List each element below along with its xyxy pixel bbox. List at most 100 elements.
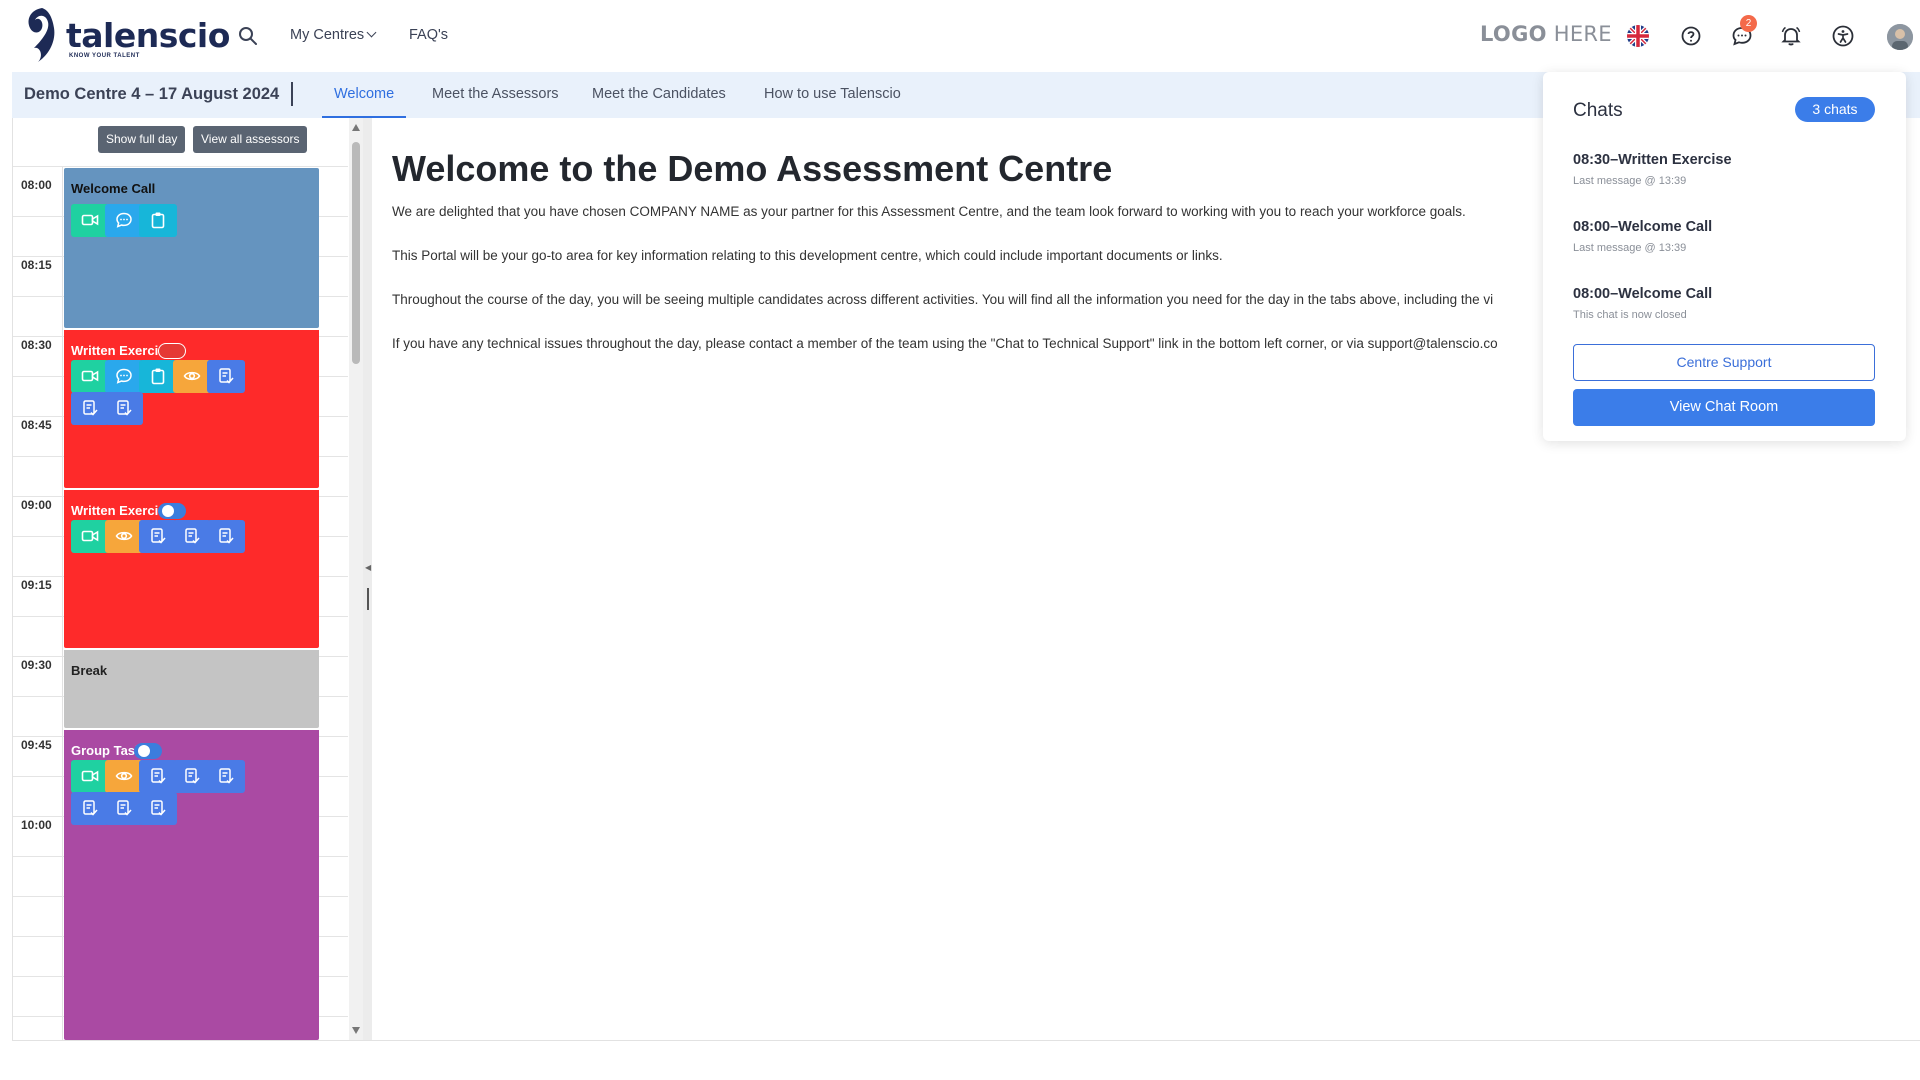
observe-eye-button[interactable] xyxy=(173,360,211,393)
bell-icon[interactable] xyxy=(1779,24,1803,48)
video-call-button[interactable] xyxy=(71,520,109,553)
document-button[interactable] xyxy=(71,792,109,825)
document-button[interactable] xyxy=(207,760,245,793)
toggle-knob xyxy=(161,346,173,358)
scroll-up-arrow-icon[interactable] xyxy=(352,124,360,131)
welcome-paragraph: We are delighted that you have chosen CO… xyxy=(392,204,1466,219)
view-all-assessors-button[interactable]: View all assessors xyxy=(193,126,308,153)
accessibility-icon[interactable] xyxy=(1831,24,1855,48)
chats-popup: Chats 3 chats 08:30–Written Exercise Las… xyxy=(1543,72,1906,441)
time-label: 08:45 xyxy=(21,418,52,432)
observe-eye-button[interactable] xyxy=(105,760,143,793)
drag-handle[interactable] xyxy=(367,588,369,610)
event-title: Break xyxy=(71,663,108,678)
event-toggle[interactable] xyxy=(158,503,186,519)
uk-flag-icon[interactable] xyxy=(1627,25,1649,47)
time-label: 09:15 xyxy=(21,578,52,592)
chat-status: Last message @ 13:39 xyxy=(1573,242,1687,254)
schedule-scrollbar[interactable] xyxy=(349,118,363,1040)
top-header: talenscio KNOW YOUR TALENT My Centres FA… xyxy=(0,0,1920,72)
logo-wordmark: talenscio xyxy=(66,16,230,55)
client-logo-light: HERE xyxy=(1546,22,1612,46)
clipboard-button[interactable] xyxy=(139,204,177,237)
help-icon[interactable] xyxy=(1679,24,1703,48)
avatar[interactable] xyxy=(1887,24,1913,50)
view-chat-room-button[interactable]: View Chat Room xyxy=(1573,389,1875,426)
divider xyxy=(291,82,293,106)
video-call-button[interactable] xyxy=(71,760,109,793)
event-toggle[interactable] xyxy=(158,343,186,359)
chevron-down-icon xyxy=(366,27,377,38)
page-title: Welcome to the Demo Assessment Centre xyxy=(392,148,1113,189)
centre-title: Demo Centre 4 – 17 August 2024 xyxy=(24,85,280,103)
video-call-button[interactable] xyxy=(71,204,109,237)
event-written-exercise-2[interactable]: Written Exercise xyxy=(64,488,319,648)
scroll-down-arrow-icon[interactable] xyxy=(352,1027,360,1034)
time-label: 08:30 xyxy=(21,338,52,352)
chat-name: 08:00–Welcome Call xyxy=(1573,219,1713,235)
my-centres-label: My Centres xyxy=(290,27,365,43)
chat-button[interactable] xyxy=(105,204,143,237)
document-button[interactable] xyxy=(139,520,177,553)
talenscio-logo[interactable]: talenscio KNOW YOUR TALENT xyxy=(22,4,230,66)
tab-how-to-use[interactable]: How to use Talenscio xyxy=(752,72,913,118)
scroll-thumb[interactable] xyxy=(352,142,360,364)
video-call-button[interactable] xyxy=(71,360,109,393)
event-break[interactable]: Break xyxy=(64,648,319,728)
chat-list-item[interactable]: 08:00–Welcome Call Last message @ 13:39 xyxy=(1573,219,1873,254)
document-button[interactable] xyxy=(139,760,177,793)
chat-list-item[interactable]: 08:00–Welcome Call This chat is now clos… xyxy=(1573,286,1873,321)
chat-name: 08:30–Written Exercise xyxy=(1573,152,1732,168)
toggle-knob xyxy=(138,745,150,757)
document-button[interactable] xyxy=(207,360,245,393)
document-button[interactable] xyxy=(71,392,109,425)
grid-line xyxy=(13,166,348,167)
document-button[interactable] xyxy=(173,760,211,793)
time-label: 10:00 xyxy=(21,818,52,832)
schedule-panel: Show full day View all assessors 08:00 0… xyxy=(12,118,348,1040)
welcome-paragraph: Throughout the course of the day, you wi… xyxy=(392,292,1494,307)
client-logo: LOGO HERE xyxy=(1480,22,1612,46)
faqs-link[interactable]: FAQ's xyxy=(409,27,448,43)
observe-eye-button[interactable] xyxy=(105,520,143,553)
chat-badge: 2 xyxy=(1740,15,1757,32)
tab-meet-the-assessors[interactable]: Meet the Assessors xyxy=(420,72,571,118)
tab-welcome[interactable]: Welcome xyxy=(322,72,407,118)
centre-support-button[interactable]: Centre Support xyxy=(1573,344,1875,381)
time-label: 09:45 xyxy=(21,738,52,752)
clipboard-button[interactable] xyxy=(139,360,177,393)
event-title: Welcome Call xyxy=(71,181,156,196)
chat-status: Last message @ 13:39 xyxy=(1573,175,1687,187)
my-centres-menu[interactable]: My Centres xyxy=(290,27,377,43)
welcome-paragraph: This Portal will be your go-to area for … xyxy=(392,248,1223,263)
show-full-day-button[interactable]: Show full day xyxy=(98,126,186,153)
search-icon[interactable] xyxy=(238,26,258,46)
chats-title: Chats xyxy=(1573,100,1623,121)
event-title: Group Task xyxy=(71,743,143,758)
event-toggle[interactable] xyxy=(134,743,162,759)
document-button[interactable] xyxy=(139,792,177,825)
tab-meet-the-candidates[interactable]: Meet the Candidates xyxy=(580,72,738,118)
document-button[interactable] xyxy=(105,792,143,825)
chat-status: This chat is now closed xyxy=(1573,309,1687,321)
collapse-arrow-icon[interactable]: ◀ xyxy=(365,563,371,572)
panel-splitter[interactable]: ◀ xyxy=(363,118,372,1040)
welcome-paragraph: If you have any technical issues through… xyxy=(392,336,1498,351)
event-written-exercise-1[interactable]: Written Exercise xyxy=(64,328,319,488)
client-logo-bold: LOGO xyxy=(1480,22,1547,46)
time-label: 08:00 xyxy=(21,178,52,192)
chat-name: 08:00–Welcome Call xyxy=(1573,286,1713,302)
time-label: 08:15 xyxy=(21,258,52,272)
chat-list-item[interactable]: 08:30–Written Exercise Last message @ 13… xyxy=(1573,152,1873,187)
chats-count-badge: 3 chats xyxy=(1795,97,1875,122)
document-button[interactable] xyxy=(105,392,143,425)
time-column: 08:00 08:15 08:30 08:45 09:00 09:15 09:3… xyxy=(13,166,63,1040)
logo-tagline: KNOW YOUR TALENT xyxy=(69,53,140,59)
document-button[interactable] xyxy=(207,520,245,553)
chat-button[interactable] xyxy=(105,360,143,393)
event-group-task[interactable]: Group Task xyxy=(64,728,319,1040)
time-label: 09:30 xyxy=(21,658,52,672)
event-welcome-call[interactable]: Welcome Call xyxy=(64,168,319,328)
document-button[interactable] xyxy=(173,520,211,553)
time-label: 09:00 xyxy=(21,498,52,512)
